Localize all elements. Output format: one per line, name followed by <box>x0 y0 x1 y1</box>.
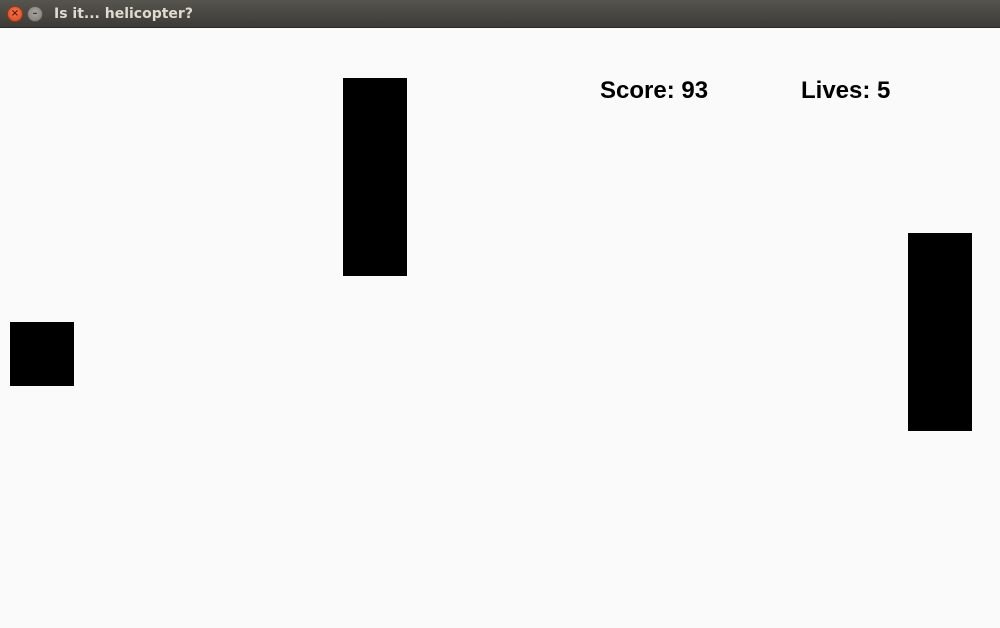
title-bar: × – Is it... helicopter? <box>0 0 1000 28</box>
lives-display: Lives: 5 <box>801 77 890 105</box>
score-value: 93 <box>681 77 709 104</box>
game-window: × – Is it... helicopter? Score: 93 Lives… <box>0 0 1000 628</box>
minimize-icon[interactable]: – <box>27 6 43 22</box>
game-canvas[interactable]: Score: 93 Lives: 5 <box>0 28 1000 628</box>
window-title: Is it... helicopter? <box>54 6 193 22</box>
obstacle-block <box>343 78 407 276</box>
lives-value: 5 <box>877 77 891 104</box>
lives-label: Lives: <box>801 77 871 104</box>
score-label: Score: <box>600 77 675 104</box>
score-display: Score: 93 <box>600 77 708 105</box>
obstacle-block <box>908 233 972 431</box>
close-icon[interactable]: × <box>7 6 23 22</box>
player-helicopter <box>10 322 74 386</box>
